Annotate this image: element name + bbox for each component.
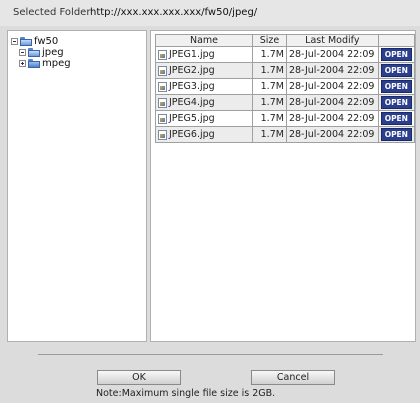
tree-item-mpeg[interactable]: mpeg bbox=[19, 57, 71, 69]
image-file-icon bbox=[158, 129, 167, 140]
file-size: 1.7M bbox=[252, 126, 287, 143]
file-size: 1.7M bbox=[252, 62, 287, 79]
collapse-icon[interactable] bbox=[11, 37, 18, 45]
file-name[interactable]: JPEG5.jpg bbox=[169, 113, 215, 124]
folder-tree-panel: fw50 jpeg mpeg bbox=[7, 30, 147, 342]
file-modified: 28-Jul-2004 22:09 bbox=[285, 62, 379, 79]
column-header-name[interactable]: Name bbox=[154, 34, 254, 47]
file-modified: 28-Jul-2004 22:09 bbox=[285, 94, 379, 111]
open-button[interactable]: OPEN bbox=[380, 96, 412, 109]
file-size: 1.7M bbox=[252, 110, 287, 127]
collapse-icon[interactable] bbox=[19, 48, 26, 56]
file-size: 1.7M bbox=[252, 78, 287, 95]
image-file-icon bbox=[158, 97, 167, 108]
header-bar: Selected Folder http://xxx.xxx.xxx.xxx/f… bbox=[0, 0, 420, 26]
table-row[interactable]: JPEG1.jpg 1.7M 28-Jul-2004 22:09 OPEN bbox=[154, 46, 416, 63]
open-button[interactable]: OPEN bbox=[380, 80, 412, 93]
tree-item-label: jpeg bbox=[42, 46, 64, 58]
image-file-icon bbox=[158, 113, 167, 124]
file-name[interactable]: JPEG3.jpg bbox=[169, 81, 215, 92]
file-modified: 28-Jul-2004 22:09 bbox=[285, 78, 379, 95]
footer-divider bbox=[38, 354, 383, 355]
image-file-icon bbox=[158, 65, 167, 76]
file-list-panel: Name Size Last Modify JPEG1.jpg 1.7M 28-… bbox=[150, 30, 416, 342]
column-header-action bbox=[377, 34, 416, 47]
file-modified: 28-Jul-2004 22:09 bbox=[285, 126, 379, 143]
tree-item-label: fw50 bbox=[34, 35, 59, 47]
table-header-row: Name Size Last Modify bbox=[154, 34, 416, 47]
file-name[interactable]: JPEG4.jpg bbox=[169, 97, 215, 108]
file-name[interactable]: JPEG6.jpg bbox=[169, 129, 215, 140]
image-file-icon bbox=[158, 81, 167, 92]
file-name[interactable]: JPEG2.jpg bbox=[169, 65, 215, 76]
table-row[interactable]: JPEG6.jpg 1.7M 28-Jul-2004 22:09 OPEN bbox=[154, 126, 416, 143]
table-row[interactable]: JPEG4.jpg 1.7M 28-Jul-2004 22:09 OPEN bbox=[154, 94, 416, 111]
open-button[interactable]: OPEN bbox=[380, 48, 412, 61]
open-button[interactable]: OPEN bbox=[380, 112, 412, 125]
open-button[interactable]: OPEN bbox=[380, 128, 412, 141]
tree-item-label: mpeg bbox=[42, 57, 71, 69]
expand-icon[interactable] bbox=[19, 59, 26, 67]
folder-open-icon bbox=[28, 47, 40, 57]
table-row[interactable]: JPEG5.jpg 1.7M 28-Jul-2004 22:09 OPEN bbox=[154, 110, 416, 127]
cancel-button[interactable]: Cancel bbox=[251, 370, 335, 385]
column-header-last-modify[interactable]: Last Modify bbox=[285, 34, 379, 47]
ok-button[interactable]: OK bbox=[97, 370, 181, 385]
folder-open-icon bbox=[20, 36, 32, 46]
open-button[interactable]: OPEN bbox=[380, 64, 412, 77]
selected-folder-path: http://xxx.xxx.xxx.xxx/fw50/jpeg/ bbox=[90, 7, 258, 18]
file-size: 1.7M bbox=[252, 94, 287, 111]
folder-icon bbox=[28, 58, 40, 68]
file-modified: 28-Jul-2004 22:09 bbox=[285, 110, 379, 127]
column-header-size[interactable]: Size bbox=[252, 34, 287, 47]
file-size-note: Note:Maximum single file size is 2GB. bbox=[96, 388, 276, 399]
table-row[interactable]: JPEG3.jpg 1.7M 28-Jul-2004 22:09 OPEN bbox=[154, 78, 416, 95]
table-row[interactable]: JPEG2.jpg 1.7M 28-Jul-2004 22:09 OPEN bbox=[154, 62, 416, 79]
file-table: Name Size Last Modify JPEG1.jpg 1.7M 28-… bbox=[154, 34, 416, 143]
file-name[interactable]: JPEG1.jpg bbox=[169, 49, 215, 60]
image-file-icon bbox=[158, 49, 167, 60]
file-size: 1.7M bbox=[252, 46, 287, 63]
selected-folder-label: Selected Folder bbox=[13, 7, 91, 18]
file-modified: 28-Jul-2004 22:09 bbox=[285, 46, 379, 63]
